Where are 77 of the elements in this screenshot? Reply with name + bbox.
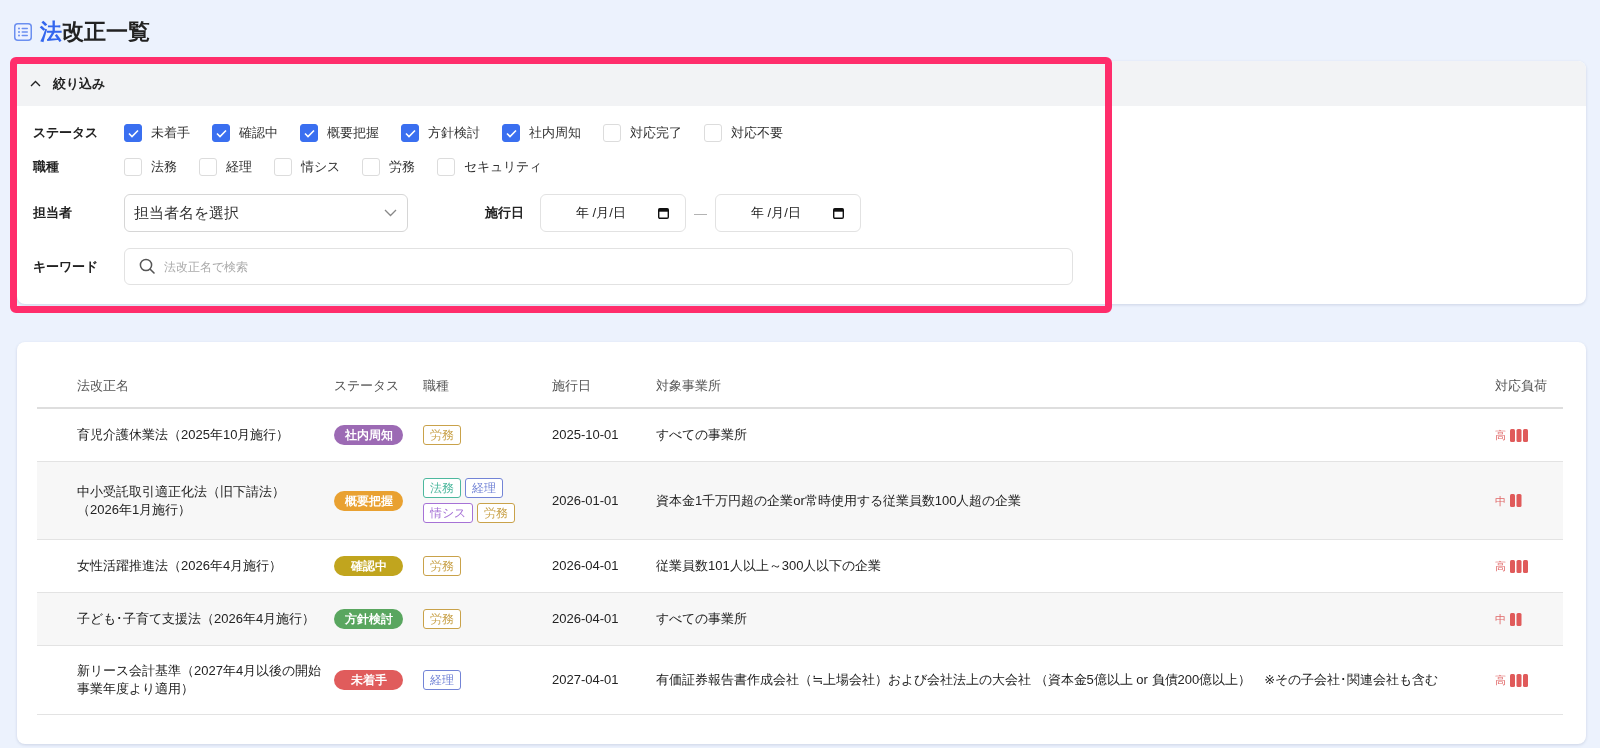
- effective-date: 2026-01-01: [552, 462, 656, 540]
- checkbox-label[interactable]: 確認中: [239, 124, 278, 142]
- status-badge: 方針検討: [334, 609, 403, 629]
- load-label: 中: [1495, 612, 1506, 627]
- page-title: 法改正一覧: [40, 18, 150, 46]
- load-bars-icon: [1510, 612, 1522, 626]
- status-badge: 社内周知: [334, 425, 403, 445]
- checkbox[interactable]: [300, 124, 318, 142]
- date-field[interactable]: 年 /月/日: [715, 194, 861, 232]
- checkbox-label[interactable]: 方針検討: [428, 124, 480, 142]
- status-badge: 確認中: [334, 556, 403, 576]
- checkbox[interactable]: [502, 124, 520, 142]
- checkbox-label[interactable]: 情シス: [301, 158, 340, 176]
- job-tag: 労務: [423, 609, 461, 629]
- target-offices: 資本金1千万円超の企業or常時使用する従業員数100人超の企業: [656, 462, 1495, 540]
- column-header: 対象事業所: [656, 364, 1495, 409]
- job-tag: 法務: [423, 478, 461, 498]
- law-name: 新リース会計基準（2027年4月以後の開始事業年度より適用）: [37, 646, 334, 715]
- law-name: 子ども･子育て支援法（2026年4月施行）: [37, 593, 334, 646]
- calendar-icon: [833, 207, 844, 219]
- load-label: 高: [1495, 559, 1506, 574]
- checkbox-label[interactable]: 労務: [389, 158, 415, 176]
- checkbox-label[interactable]: 概要把握: [327, 124, 379, 142]
- load-bars-icon: [1510, 494, 1522, 507]
- search-icon: [139, 258, 155, 274]
- filter-label: 担当者: [33, 204, 73, 222]
- chevron-down-icon: [384, 209, 397, 217]
- filter-label: キーワード: [33, 257, 99, 276]
- load-bars-icon: [1510, 559, 1528, 573]
- target-offices: すべての事業所: [656, 593, 1495, 646]
- load-bars-icon: [1510, 673, 1528, 687]
- effective-date: 2027-04-01: [552, 646, 656, 715]
- check-icon: [404, 128, 416, 138]
- checkbox[interactable]: [212, 124, 230, 142]
- date-range-separator: —: [693, 205, 708, 221]
- check-icon: [303, 128, 315, 138]
- check-icon: [127, 128, 139, 138]
- checkbox-label[interactable]: 社内周知: [529, 124, 581, 142]
- job-tag: 経理: [423, 670, 461, 690]
- status-badge: 概要把握: [334, 490, 403, 511]
- date-field[interactable]: 年 /月/日: [540, 194, 686, 232]
- column-header: 施行日: [552, 364, 656, 409]
- checkbox-label[interactable]: 対応完了: [630, 124, 682, 142]
- column-header: 対応負荷: [1495, 364, 1563, 409]
- law-name: 中小受託取引適正化法（旧下請法）（2026年1月施行）: [37, 462, 334, 540]
- column-header: 法改正名: [37, 364, 334, 409]
- load-label: 中: [1495, 493, 1506, 509]
- job-tag: 情シス: [423, 503, 473, 523]
- job-tag: 労務: [477, 503, 515, 523]
- checkbox-label[interactable]: 経理: [226, 158, 252, 176]
- effective-date: 2026-04-01: [552, 593, 656, 646]
- job-tag: 労務: [423, 425, 461, 445]
- checkbox[interactable]: [401, 124, 419, 142]
- check-icon: [505, 128, 517, 138]
- filter-label: 施行日: [485, 204, 525, 222]
- column-header: 職種: [423, 364, 552, 409]
- load-label: 高: [1495, 428, 1506, 443]
- search-field[interactable]: 法改正名で検索: [124, 248, 1073, 285]
- calendar-icon: [658, 207, 669, 219]
- checkbox[interactable]: [124, 124, 142, 142]
- filter-label: ステータス: [33, 124, 99, 142]
- checkbox-label[interactable]: 未着手: [151, 124, 190, 142]
- job-tag: 労務: [423, 556, 461, 576]
- load-bars-icon: [1510, 428, 1528, 442]
- filter-label: 職種: [33, 158, 60, 176]
- load-label: 高: [1495, 673, 1506, 688]
- status-badge: 未着手: [334, 670, 403, 690]
- checkbox-label[interactable]: セキュリティ: [464, 158, 542, 176]
- job-tag: 経理: [465, 478, 503, 498]
- column-header: ステータス: [334, 364, 423, 409]
- select-field[interactable]: 担当者名を選択: [124, 194, 408, 232]
- target-offices: 有価証券報告書作成会社（≒上場会社）および会社法上の大会社 （資本金5億以上 or 負債200億以上） ※その子会社･関連会社も含む: [656, 646, 1495, 715]
- list-icon: [14, 23, 32, 41]
- check-icon: [215, 128, 227, 138]
- checkbox-label[interactable]: 法務: [151, 158, 177, 176]
- checkbox-label[interactable]: 対応不要: [731, 124, 783, 142]
- filter-header[interactable]: 絞り込み: [17, 61, 1586, 106]
